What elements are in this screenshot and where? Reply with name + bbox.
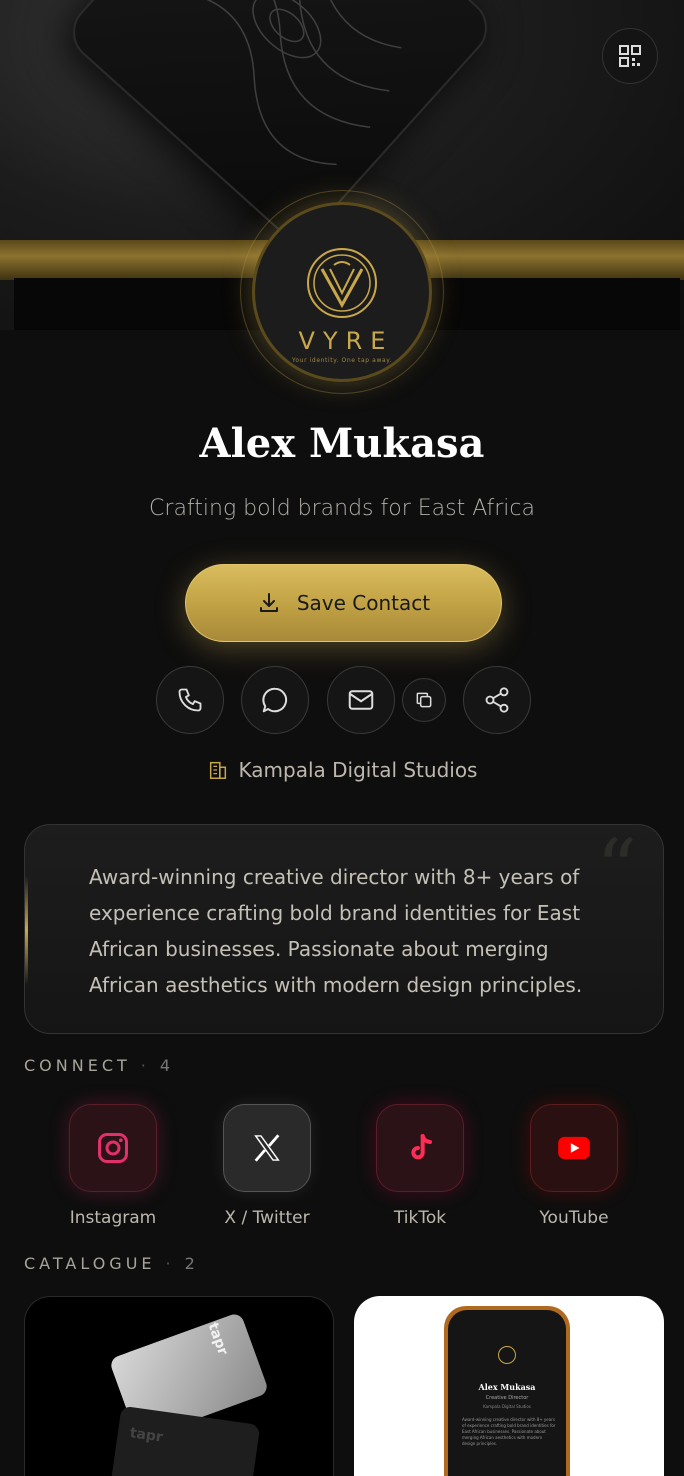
save-contact-button[interactable]: Save Contact	[185, 564, 502, 642]
bio-card: “ Award-winning creative director with 8…	[24, 824, 664, 1034]
preview-name: Alex Mukasa	[478, 1382, 536, 1392]
message-button[interactable]	[241, 666, 309, 734]
connect-label: CONNECT	[24, 1056, 131, 1075]
call-button[interactable]	[156, 666, 224, 734]
instagram-icon	[98, 1133, 128, 1163]
quote-icon: “	[596, 822, 637, 915]
avatar-ring: VYRE Your identity. One tap away.	[240, 190, 444, 394]
logo-word: VYRE	[298, 327, 394, 355]
phone-mockup-image: Alex Mukasa Creative Director Kampala Di…	[444, 1306, 570, 1476]
instagram-label: Instagram	[69, 1208, 157, 1228]
bio-text: Award-winning creative director with 8+ …	[89, 865, 583, 997]
logo-tagline: Your identity. One tap away.	[291, 357, 393, 364]
qr-code-icon	[619, 45, 641, 67]
connect-count: 4	[159, 1056, 173, 1075]
building-icon	[209, 761, 226, 779]
company-row: Kampala Digital Studios	[0, 758, 684, 782]
profile-name: Alex Mukasa	[199, 420, 485, 467]
profile-tagline: Crafting bold brands for East Africa	[149, 496, 535, 521]
silver-card-brand: tapr	[204, 1320, 231, 1358]
preview-role: Creative Director	[485, 1395, 529, 1401]
black-card-image: tapr	[109, 1405, 261, 1476]
catalogue-section-label: CATALOGUE · 2	[24, 1254, 197, 1273]
tiktok-icon	[411, 1134, 432, 1160]
youtube-tile[interactable]	[530, 1104, 618, 1192]
vyre-logo-icon	[307, 248, 377, 318]
youtube-icon	[558, 1136, 590, 1160]
social-x-twitter[interactable]: X / Twitter	[222, 1104, 312, 1228]
phone-screen: Alex Mukasa Creative Director Kampala Di…	[448, 1310, 566, 1476]
company-name: Kampala Digital Studios	[238, 758, 478, 782]
share-icon	[485, 687, 509, 713]
instagram-tile[interactable]	[69, 1104, 157, 1192]
copy-email-button[interactable]	[402, 678, 446, 722]
social-instagram[interactable]: Instagram	[68, 1104, 158, 1228]
quick-actions	[0, 666, 684, 736]
tiktok-label: TikTok	[393, 1208, 447, 1228]
social-tiktok[interactable]: TikTok	[375, 1104, 465, 1228]
chat-bubble-icon	[262, 687, 288, 713]
catalogue-item-2[interactable]: Alex Mukasa Creative Director Kampala Di…	[354, 1296, 664, 1476]
black-card-brand: tapr	[128, 1425, 164, 1446]
catalogue-label: CATALOGUE	[24, 1254, 156, 1273]
x-twitter-label: X / Twitter	[224, 1208, 310, 1228]
avatar: VYRE Your identity. One tap away.	[252, 202, 432, 382]
download-icon	[259, 593, 278, 612]
preview-bio: Award-winning creative director with 8+ …	[462, 1417, 556, 1446]
x-twitter-tile[interactable]	[223, 1104, 311, 1192]
phone-icon	[178, 688, 202, 712]
save-contact-label: Save Contact	[296, 591, 431, 615]
mini-logo-icon	[498, 1346, 516, 1364]
tiktok-tile[interactable]	[376, 1104, 464, 1192]
qr-code-button[interactable]	[602, 28, 658, 84]
catalogue-item-1[interactable]: tapr tapr	[24, 1296, 334, 1476]
mail-icon	[348, 690, 374, 710]
catalogue-count: 2	[184, 1254, 197, 1273]
social-youtube[interactable]: YouTube	[529, 1104, 619, 1228]
bio-accent-bar	[25, 875, 28, 985]
share-button[interactable]	[463, 666, 531, 734]
x-twitter-icon	[254, 1134, 280, 1162]
copy-icon	[416, 692, 432, 708]
connect-section-label: CONNECT · 4	[24, 1056, 173, 1075]
email-button[interactable]	[327, 666, 395, 734]
youtube-label: YouTube	[539, 1208, 609, 1228]
